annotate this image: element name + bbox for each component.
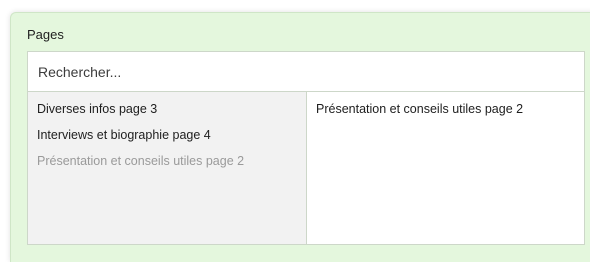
field-label: Pages: [27, 27, 64, 42]
list-item-already-selected: Présentation et conseils utiles page 2: [37, 154, 245, 168]
selected-items-list: Présentation et conseils utiles page 2: [307, 92, 584, 244]
available-items-list: Diverses infos page 3 Interviews et biog…: [28, 92, 307, 244]
list-item-available[interactable]: Diverses infos page 3: [28, 98, 306, 124]
list-item-selected[interactable]: Présentation et conseils utiles page 2: [307, 98, 584, 124]
list-item-available[interactable]: Interviews et biographie page 4: [28, 124, 306, 150]
pages-field-panel: Pages Diverses infos page 3 Interviews e…: [10, 12, 590, 262]
relationship-picker: Diverses infos page 3 Interviews et biog…: [27, 51, 585, 245]
search-input[interactable]: [28, 52, 584, 92]
